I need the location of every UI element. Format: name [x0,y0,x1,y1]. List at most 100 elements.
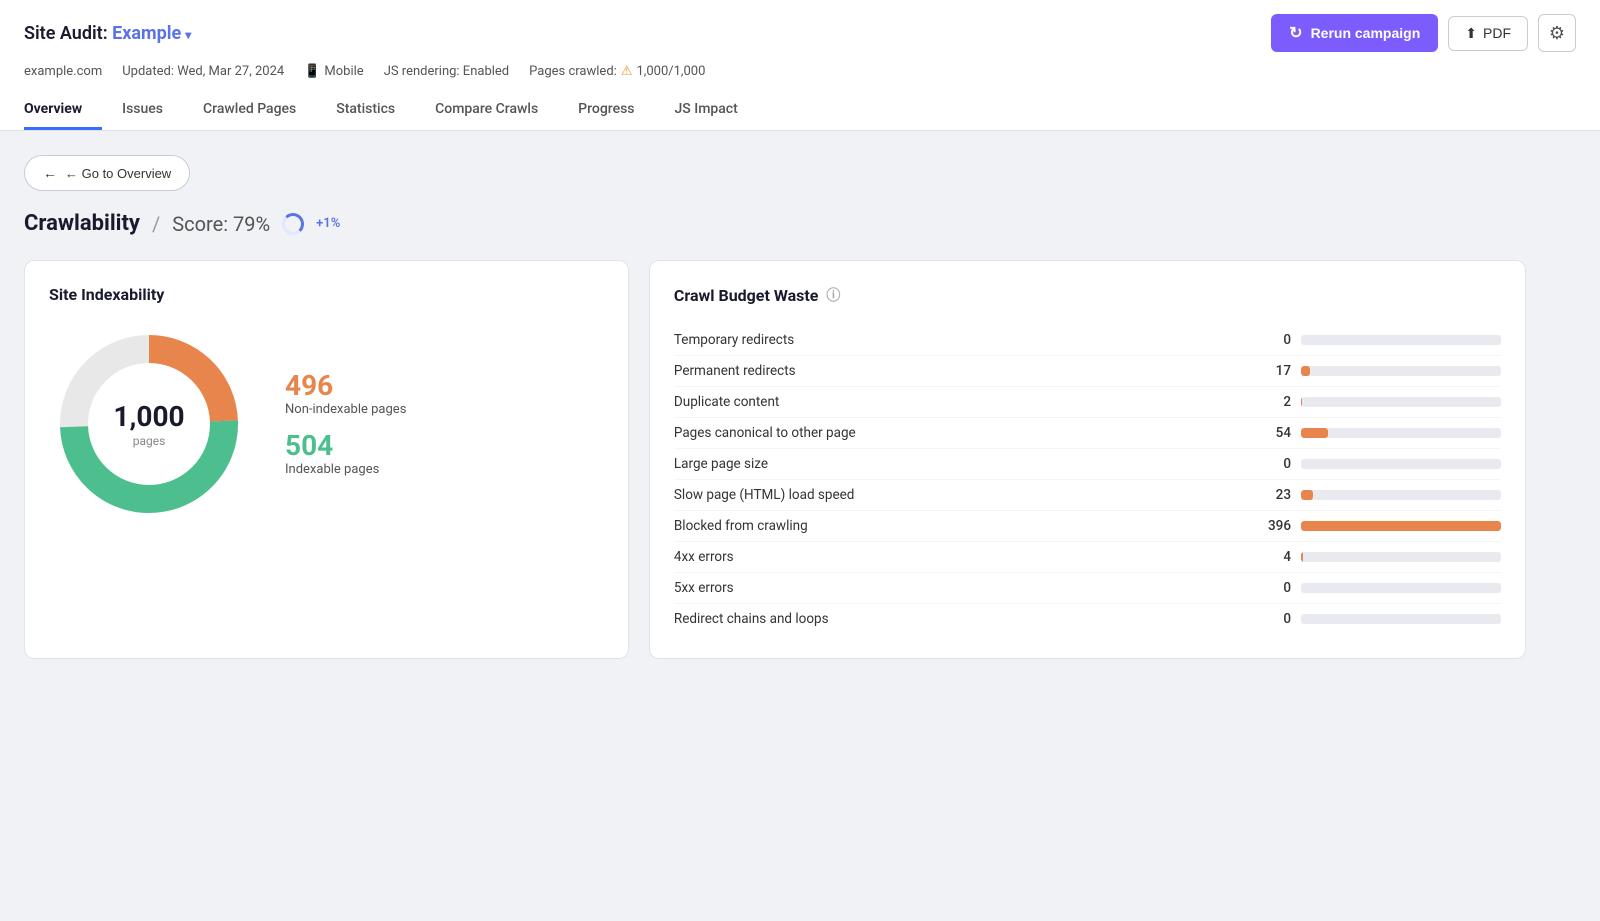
budget-bar-bg [1301,614,1501,624]
budget-bar-bg [1301,397,1501,407]
tab-js-impact[interactable]: JS Impact [655,91,758,130]
budget-label: Large page size [674,456,1221,472]
budget-label: Slow page (HTML) load speed [674,487,1221,503]
warning-icon: ⚠ [621,64,633,79]
header-top: Site Audit: Example ▾ ↻ Rerun campaign ⬆ … [24,14,1576,64]
budget-row[interactable]: Temporary redirects 0 [674,325,1501,356]
budget-label: Temporary redirects [674,332,1221,348]
budget-bar-bg [1301,459,1501,469]
budget-label: Redirect chains and loops [674,611,1221,627]
budget-bar-fill [1301,521,1501,531]
pdf-label: PDF [1483,25,1511,41]
score-change-badge: +1% [316,216,340,231]
budget-row[interactable]: 5xx errors 0 [674,573,1501,604]
budget-row[interactable]: Redirect chains and loops 0 [674,604,1501,634]
budget-count: 0 [1231,611,1291,627]
crawl-budget-card: Crawl Budget Waste ⓘ Temporary redirects… [649,260,1526,659]
budget-count: 2 [1231,394,1291,410]
budget-label: Blocked from crawling [674,518,1221,534]
rerun-campaign-button[interactable]: ↻ Rerun campaign [1271,14,1438,52]
domain-url: example.com [24,64,102,79]
site-indexability-card: Site Indexability 1,000 pages [24,260,629,659]
donut-chart: 1,000 pages [49,324,249,524]
indexable-legend: 504 Indexable pages [285,431,406,477]
refresh-icon: ↻ [1289,23,1302,43]
donut-section: 1,000 pages 496 Non-indexable pages 504 … [49,324,604,524]
budget-bar-bg [1301,583,1501,593]
indexable-label: Indexable pages [285,462,406,477]
rerun-label: Rerun campaign [1311,25,1421,41]
settings-button[interactable]: ⚙ [1538,14,1576,52]
tabs-nav: Overview Issues Crawled Pages Statistics… [24,91,1576,130]
donut-center: 1,000 pages [113,400,184,448]
budget-count: 54 [1231,425,1291,441]
mobile-icon: 📱 [304,64,320,79]
budget-bar-bg [1301,490,1501,500]
budget-bar-bg [1301,366,1501,376]
donut-total: 1,000 [113,400,184,434]
tab-issues[interactable]: Issues [102,91,183,130]
budget-count: 0 [1231,456,1291,472]
pages-crawled: Pages crawled: ⚠ 1,000/1,000 [529,64,705,79]
indexable-count: 504 [285,431,406,462]
budget-row[interactable]: Duplicate content 2 [674,387,1501,418]
header-actions: ↻ Rerun campaign ⬆ PDF ⚙ [1271,14,1576,52]
budget-row[interactable]: Permanent redirects 17 [674,356,1501,387]
back-button-label: ← Go to Overview [65,166,171,181]
budget-count: 0 [1231,332,1291,348]
tab-statistics[interactable]: Statistics [316,91,415,130]
donut-legend: 496 Non-indexable pages 504 Indexable pa… [285,371,406,477]
budget-label: 5xx errors [674,580,1221,596]
budget-row[interactable]: Blocked from crawling 396 [674,511,1501,542]
budget-label: Permanent redirects [674,363,1221,379]
gear-icon: ⚙ [1549,23,1565,44]
score-value: Score: 79% [172,212,270,236]
tab-crawled-pages[interactable]: Crawled Pages [183,91,316,130]
pdf-button[interactable]: ⬆ PDF [1448,16,1528,51]
indexability-card-title: Site Indexability [49,285,604,304]
budget-label: Duplicate content [674,394,1221,410]
budget-bar-bg [1301,552,1501,562]
tab-compare-crawls[interactable]: Compare Crawls [415,91,558,130]
tab-overview[interactable]: Overview [24,91,102,130]
budget-bar-bg [1301,335,1501,345]
back-to-overview-button[interactable]: ← ← Go to Overview [24,155,190,191]
budget-bar-bg [1301,521,1501,531]
domain-value[interactable]: Example [112,23,181,44]
budget-count: 0 [1231,580,1291,596]
site-audit-label: Site Audit: [24,23,108,44]
non-indexable-count: 496 [285,371,406,402]
crawl-budget-title: Crawl Budget Waste ⓘ [674,285,1501,305]
budget-bar-fill [1301,366,1310,376]
info-icon[interactable]: ⓘ [826,285,840,305]
device-type: 📱 Mobile [304,64,363,79]
non-indexable-legend: 496 Non-indexable pages [285,371,406,417]
main-content: ← ← Go to Overview Crawlability / Score:… [0,131,1550,683]
cards-row: Site Indexability 1,000 pages [24,260,1526,659]
budget-label: 4xx errors [674,549,1221,565]
budget-table: Temporary redirects 0 Permanent redirect… [674,325,1501,634]
budget-row[interactable]: Slow page (HTML) load speed 23 [674,480,1501,511]
non-indexable-label: Non-indexable pages [285,402,406,417]
js-rendering: JS rendering: Enabled [384,64,509,79]
updated-date: Updated: Wed, Mar 27, 2024 [122,64,284,79]
budget-count: 23 [1231,487,1291,503]
budget-label: Pages canonical to other page [674,425,1221,441]
budget-bar-fill [1301,428,1328,438]
donut-label: pages [113,434,184,448]
budget-row[interactable]: Large page size 0 [674,449,1501,480]
budget-count: 396 [1231,518,1291,534]
tab-progress[interactable]: Progress [558,91,654,130]
site-audit-title: Site Audit: Example ▾ [24,23,191,44]
page-title-row: Crawlability / Score: 79% +1% [24,211,1526,236]
budget-row[interactable]: Pages canonical to other page 54 [674,418,1501,449]
budget-bar-fill [1301,552,1303,562]
page-title: Crawlability [24,211,140,236]
budget-bar-fill [1301,490,1313,500]
budget-count: 17 [1231,363,1291,379]
header-bar: Site Audit: Example ▾ ↻ Rerun campaign ⬆ … [0,0,1600,131]
budget-row[interactable]: 4xx errors 4 [674,542,1501,573]
budget-bar-fill [1301,397,1302,407]
pdf-upload-icon: ⬆ [1465,25,1477,42]
domain-dropdown-icon[interactable]: ▾ [185,28,191,42]
